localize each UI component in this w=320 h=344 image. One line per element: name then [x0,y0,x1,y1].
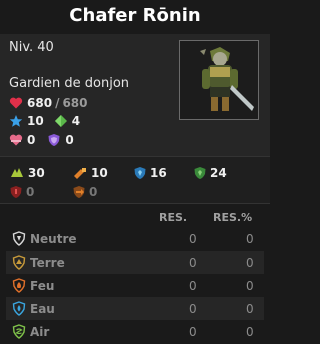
element-name: Eau [30,301,55,316]
stat-mp-dodge: 16 [133,166,167,180]
chafer-ronin-image [180,41,258,119]
stat-mp-loss: 24 [193,166,227,180]
damage-orange-icon [73,186,85,198]
ap-loss-icon [74,168,86,179]
air-shield-icon [12,324,26,339]
shield-value: 0 [65,133,74,147]
stat-damage-red: 0 [9,185,34,199]
element-res: 0 [189,324,197,339]
element-res-pct: 0 [246,255,254,270]
erosion-shield-row: 0 0 [9,133,74,147]
element-res: 0 [189,255,197,270]
hp-current: 680 [27,96,53,110]
secondary-stats: 30 10 16 24 0 0 [0,156,270,204]
monster-portrait [179,40,259,120]
mp-loss-icon [194,167,206,179]
monster-name: Chafer Rōnin [69,5,201,26]
hp-max: 680 [62,96,88,110]
element-res-pct: 0 [246,324,254,339]
neutral-shield-icon [12,231,26,246]
level-label: Niv. 40 [9,40,54,55]
stat-initiative: 30 [9,166,45,180]
ap-mp-row: 10 4 [9,114,80,128]
erosion-heart-icon [9,134,23,146]
element-row-neutre: Neutre 0 0 [6,227,264,250]
element-name: Feu [30,278,55,293]
fire-shield-icon [12,278,26,293]
ap-value: 10 [27,114,44,128]
element-res-pct: 0 [246,278,254,293]
initiative-icon [11,168,23,177]
gem-icon [54,115,67,127]
hp-separator: / [55,96,60,110]
water-shield-icon [12,301,26,316]
stat-ap-loss: 10 [72,166,108,180]
summary-panel: Niv. 40 Gardien de donjon 680 / 680 10 4… [0,34,270,156]
element-row-feu: Feu 0 0 [6,274,264,297]
element-name: Neutre [30,231,77,246]
element-row-terre: Terre 0 0 [6,251,264,274]
monster-role: Gardien de donjon [9,76,130,91]
element-res-pct: 0 [246,301,254,316]
damage-red-icon [10,186,22,198]
element-res: 0 [189,231,197,246]
header-res: RES. [159,211,188,224]
element-res: 0 [189,301,197,316]
erosion-value: 0 [27,133,36,147]
header-res-pct: RES.% [213,211,253,224]
element-row-eau: Eau 0 0 [6,297,264,320]
mp-value: 4 [71,114,81,128]
element-name: Air [30,324,50,339]
element-res-pct: 0 [246,231,254,246]
heart-icon [9,97,23,109]
hp-row: 680 / 680 [9,96,88,110]
element-res: 0 [189,278,197,293]
stat-damage-orange: 0 [72,185,97,199]
star-icon [9,115,23,127]
shield-icon [48,134,60,146]
element-row-air: Air 0 0 [6,320,264,343]
earth-shield-icon [12,255,26,270]
element-name: Terre [30,255,65,270]
mp-dodge-icon [134,167,146,179]
